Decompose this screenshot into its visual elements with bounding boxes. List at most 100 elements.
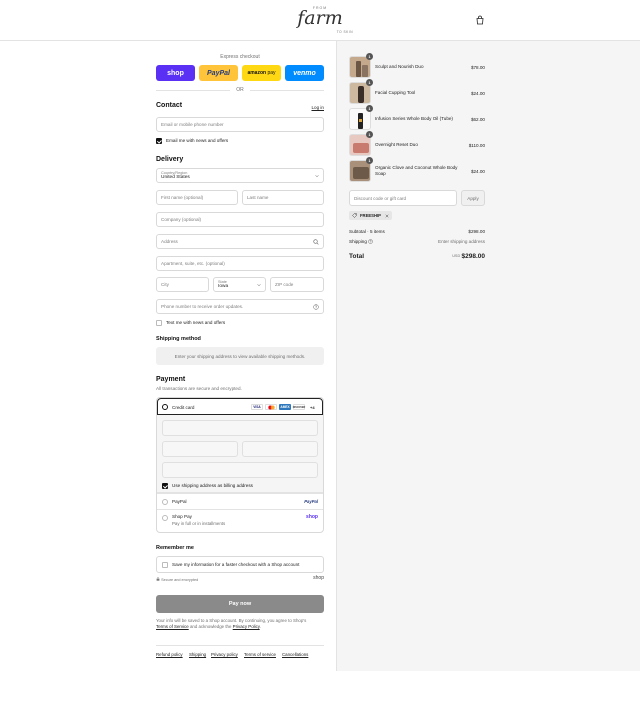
shipping-method-notice: Enter your shipping address to view avai… (156, 347, 324, 365)
paypal-option-label: PayPal (172, 499, 187, 504)
item-name: Facial Cupping Tool (375, 90, 416, 95)
visa-icon: VISA (251, 404, 263, 410)
remember-me-option[interactable]: Save my information for a faster checkou… (156, 556, 324, 573)
company-field[interactable]: Company (optional) (156, 212, 324, 227)
total-amount: USD $298.00 (452, 253, 485, 260)
store-logo[interactable]: FROM farm TO SKIN (287, 4, 353, 36)
phone-field[interactable]: Phone number to receive order updates. (156, 299, 324, 314)
footer-divider (156, 645, 324, 646)
remember-label: Save my information for a faster checkou… (172, 562, 300, 567)
venmo-button[interactable]: venmo (285, 65, 324, 81)
help-icon[interactable] (368, 239, 373, 244)
state-select[interactable]: State Iowa (213, 277, 266, 292)
cart-item: 1 Overnight Reset Duo $110.00 (349, 131, 485, 156)
help-icon[interactable] (313, 304, 319, 310)
discover-icon: DISCOVER (292, 404, 306, 410)
discount-code-input[interactable]: Discount code or gift card (349, 190, 457, 206)
apartment-field[interactable]: Apartment, suite, etc. (optional) (156, 256, 324, 271)
cart-item: 1 Sculpt and Nourish Duo $78.00 (349, 53, 485, 78)
card-details-area: Use shipping address as billing address (157, 415, 323, 493)
news-checkbox[interactable] (156, 138, 162, 144)
discount-tag: FREESHIP (349, 211, 392, 220)
item-name: Overnight Reset Duo (375, 142, 418, 147)
card-number-field[interactable] (162, 420, 318, 436)
shop-logo: shop (313, 575, 324, 581)
logo-bottom-text: TO SKIN (336, 30, 353, 34)
terms-link[interactable]: Terms of Service (156, 624, 189, 629)
item-price: $24.00 (470, 168, 485, 174)
cart-item: 1 Infusion Series Whole Body Oil (Tube) … (349, 105, 485, 130)
shop-pay-sub-label: Pay in full or in installments (172, 521, 226, 526)
apply-button[interactable]: Apply (461, 190, 485, 206)
item-name: Organic Clove and Coconut Whole Body Soa… (375, 165, 458, 176)
legal-and: and acknowledge the (189, 624, 232, 629)
subtotal-value: $298.00 (468, 229, 485, 234)
state-value: Iowa (218, 284, 229, 289)
logo-text: farm (297, 7, 343, 29)
currency-label: USD (452, 254, 461, 258)
country-value: United States (161, 175, 190, 180)
security-code-field[interactable] (242, 441, 318, 457)
venmo-label: venmo (293, 69, 316, 77)
close-icon[interactable] (385, 214, 389, 218)
remember-checkbox[interactable] (162, 562, 168, 568)
shipping-link[interactable]: Shipping (189, 652, 206, 657)
discount-tag-label: FREESHIP (360, 213, 381, 218)
mastercard-icon (265, 404, 277, 410)
terms-of-service-link[interactable]: Terms of service (244, 652, 276, 657)
refund-policy-link[interactable]: Refund policy (156, 652, 183, 657)
shop-pay-option[interactable]: Shop Pay Pay in full or in installments … (157, 509, 323, 532)
expiration-field[interactable] (162, 441, 238, 457)
tag-icon (352, 213, 357, 218)
first-name-field[interactable]: First name (optional) (156, 190, 238, 205)
login-link[interactable]: Log in (311, 105, 324, 110)
credit-card-radio[interactable] (162, 404, 168, 410)
paypal-option[interactable]: PayPal PayPal (157, 493, 323, 509)
zip-field[interactable]: ZIP code (270, 277, 324, 292)
total-value: $298.00 (461, 253, 486, 260)
express-checkout-title: Express checkout (220, 54, 260, 60)
paypal-radio[interactable] (162, 499, 168, 505)
payment-subtitle: All transactions are secure and encrypte… (156, 386, 242, 391)
search-icon (313, 239, 319, 245)
legal-text: Your info will be saved to a Shop accoun… (156, 618, 324, 630)
payment-options: Credit card VISA AMEX DISCOVER +4 Use sh… (156, 397, 324, 533)
subtotal-row: Subtotal · 5 items $298.00 (349, 229, 485, 234)
lock-icon (156, 577, 160, 581)
item-name: Infusion Series Whole Body Oil (Tube) (375, 116, 453, 121)
country-select[interactable]: Country/Region United States (156, 168, 324, 183)
billing-label: Use shipping address as billing address (172, 483, 253, 488)
address-field[interactable]: Address (156, 234, 324, 249)
payment-heading: Payment (156, 376, 186, 383)
subtotal-label: Subtotal · 5 items (349, 229, 385, 234)
city-field[interactable]: City (156, 277, 209, 292)
or-label: OR (236, 87, 244, 93)
shipping-method-heading: Shipping method (156, 336, 201, 342)
amex-icon: AMEX (279, 404, 291, 410)
cancellations-link[interactable]: Cancellations (282, 652, 308, 657)
shop-pay-button[interactable]: shop (156, 65, 195, 81)
pay-now-button[interactable]: Pay now (156, 595, 324, 613)
privacy-link[interactable]: Privacy Policy (233, 624, 260, 629)
secure-label: Secure and encrypted (161, 578, 199, 582)
billing-checkbox[interactable] (162, 483, 168, 489)
last-name-field[interactable]: Last name (242, 190, 324, 205)
item-price: $78.00 (470, 64, 485, 70)
amazon-pay-button[interactable]: amazon pay (242, 65, 281, 81)
paypal-button[interactable]: PayPal (199, 65, 238, 81)
credit-card-option[interactable]: Credit card VISA AMEX DISCOVER +4 (157, 398, 323, 415)
text-checkbox[interactable] (156, 320, 162, 326)
total-row: Total USD $298.00 (349, 253, 485, 260)
privacy-policy-link[interactable]: Privacy policy (211, 652, 238, 657)
credit-card-label: Credit card (172, 405, 195, 410)
quantity-badge: 1 (366, 53, 373, 60)
email-field[interactable]: Email or mobile phone number (156, 117, 324, 132)
item-price: $62.00 (470, 116, 485, 122)
text-label: Text me with news and offers (166, 320, 226, 325)
name-on-card-field[interactable] (162, 462, 318, 478)
cart-item: 1 Organic Clove and Coconut Whole Body S… (349, 157, 485, 182)
bag-icon[interactable] (475, 15, 485, 25)
shop-pay-logo: shop (306, 514, 318, 520)
shipping-value: Enter shipping address (438, 239, 485, 244)
shop-pay-radio[interactable] (162, 515, 168, 521)
